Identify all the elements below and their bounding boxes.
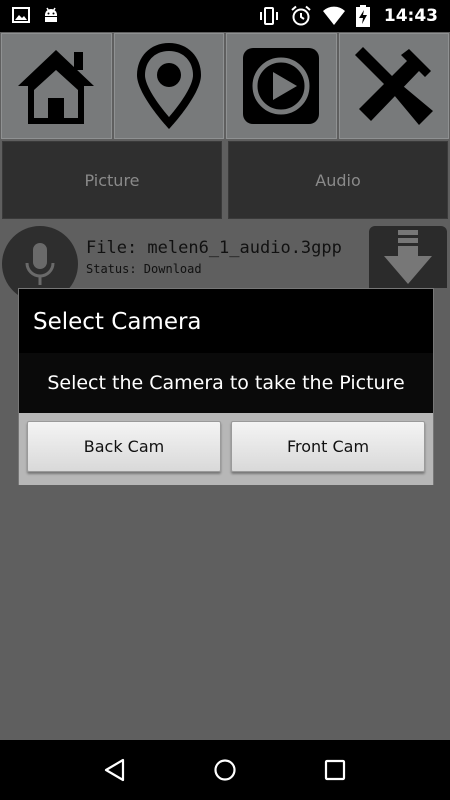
- tab-picture[interactable]: Picture: [2, 141, 222, 219]
- location-pin-icon: [136, 43, 201, 129]
- front-cam-button[interactable]: Front Cam: [231, 421, 425, 472]
- toolbar-location-button[interactable]: [113, 33, 224, 139]
- microphone-icon: [25, 243, 55, 285]
- main-toolbar: [0, 33, 450, 139]
- download-arrow-icon: [384, 230, 432, 284]
- nav-recents-button[interactable]: [315, 750, 355, 790]
- recents-icon: [324, 759, 346, 781]
- dialog-title: Select Camera: [33, 309, 202, 335]
- file-list-item[interactable]: File: melen6_1_audio.3gpp Status: Downlo…: [0, 224, 450, 302]
- navigation-bar: [0, 740, 450, 800]
- tools-icon: [354, 47, 433, 125]
- file-info: File: melen6_1_audio.3gpp Status: Downlo…: [86, 238, 342, 276]
- back-cam-button[interactable]: Back Cam: [27, 421, 221, 472]
- clock: 14:43: [383, 6, 438, 26]
- home-circle-icon: [214, 759, 236, 781]
- image-icon: [12, 7, 30, 23]
- nav-home-button[interactable]: [205, 750, 245, 790]
- select-camera-dialog: Select Camera Select the Camera to take …: [18, 288, 434, 485]
- download-button[interactable]: [369, 226, 447, 288]
- dialog-button-bar: Back Cam Front Cam: [19, 413, 433, 485]
- nav-back-button[interactable]: [95, 750, 135, 790]
- tab-audio[interactable]: Audio: [228, 141, 448, 219]
- android-icon: [45, 7, 57, 22]
- file-name: File: melen6_1_audio.3gpp: [86, 238, 342, 258]
- toolbar-media-button[interactable]: [226, 33, 337, 139]
- dialog-message: Select the Camera to take the Picture: [19, 353, 433, 413]
- play-icon: [243, 48, 320, 124]
- toolbar-settings-button[interactable]: [338, 33, 449, 139]
- media-tabs: Picture Audio: [2, 141, 448, 219]
- vibrate-icon: [259, 7, 278, 25]
- toolbar-home-button[interactable]: [1, 33, 112, 139]
- status-bar: 14:43: [0, 0, 450, 32]
- back-icon: [104, 758, 125, 782]
- file-status: Status: Download: [86, 262, 202, 276]
- alarm-icon: [291, 5, 311, 26]
- battery-charging-icon: [355, 5, 370, 27]
- wifi-icon: [322, 6, 345, 25]
- home-icon: [18, 50, 95, 124]
